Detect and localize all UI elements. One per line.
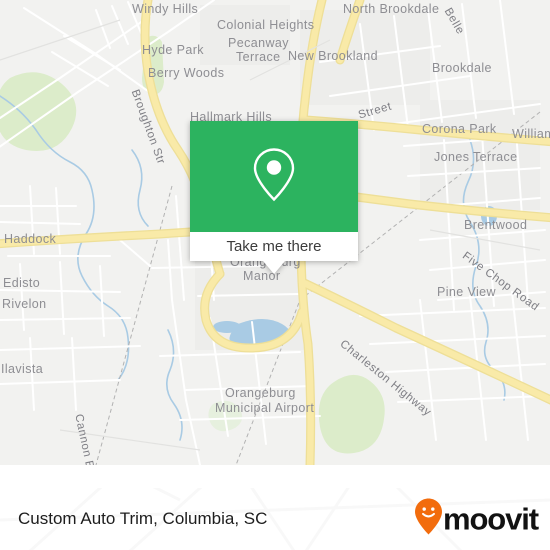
popup-pointer-tail [263,261,285,274]
location-pin-icon [251,145,297,208]
take-me-there-button[interactable]: Take me there [190,232,358,261]
footer-bar: Custom Auto Trim, Columbia, SC moovit [0,488,550,550]
moovit-logo[interactable]: moovit [414,498,539,540]
map-screenshot-page: Windy Hills Colonial Heights North Brook… [0,0,550,550]
popup-header [190,121,358,232]
map-canvas[interactable]: Windy Hills Colonial Heights North Brook… [0,0,550,465]
page-title: Custom Auto Trim, Columbia, SC [18,509,268,528]
moovit-smiley-pin-icon [414,498,442,540]
take-me-there-label: Take me there [226,238,322,255]
moovit-wordmark: moovit [442,501,539,537]
location-popup-card[interactable]: Take me there [190,121,358,274]
